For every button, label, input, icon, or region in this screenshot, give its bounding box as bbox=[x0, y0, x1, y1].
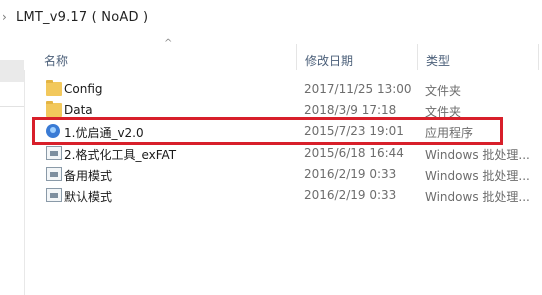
file-row-format-tool[interactable]: 2.格式化工具_exFAT 2015/6/18 16:44 Windows 批处… bbox=[40, 143, 542, 164]
batch-file-icon bbox=[46, 188, 62, 202]
file-modified: 2016/2/19 0:33 bbox=[304, 167, 397, 181]
file-modified: 2017/11/25 13:00 bbox=[304, 82, 412, 96]
file-type: Windows 批处理... bbox=[425, 190, 530, 204]
file-modified: 2016/2/19 0:33 bbox=[304, 188, 397, 202]
navigation-pane[interactable] bbox=[0, 36, 25, 295]
file-name: 默认模式 bbox=[64, 190, 113, 204]
column-header-row: ^ 名称 修改日期 类型 bbox=[24, 36, 542, 70]
batch-file-icon bbox=[46, 146, 62, 160]
file-type: 文件夹 bbox=[425, 84, 462, 98]
file-name: Data bbox=[64, 103, 93, 117]
highlight-annotation-box bbox=[32, 117, 503, 145]
file-name: 备用模式 bbox=[64, 169, 113, 183]
file-name: 2.格式化工具_exFAT bbox=[64, 148, 177, 162]
file-modified: 2015/6/18 16:44 bbox=[304, 146, 404, 160]
column-name-header[interactable]: 名称 bbox=[44, 52, 68, 69]
file-name: Config bbox=[64, 82, 103, 96]
batch-file-icon bbox=[46, 167, 62, 181]
file-row-config[interactable]: Config 2017/11/25 13:00 文件夹 bbox=[40, 79, 542, 100]
column-separator[interactable] bbox=[296, 44, 297, 70]
column-separator[interactable] bbox=[538, 44, 539, 70]
folder-icon bbox=[46, 101, 62, 117]
column-type-header[interactable]: 类型 bbox=[426, 52, 450, 69]
file-row-backup-mode[interactable]: 备用模式 2016/2/19 0:33 Windows 批处理... bbox=[40, 164, 542, 185]
file-type: Windows 批处理... bbox=[425, 148, 530, 162]
column-separator[interactable] bbox=[417, 44, 418, 70]
file-row-default-mode[interactable]: 默认模式 2016/2/19 0:33 Windows 批处理... bbox=[40, 185, 542, 206]
nav-divider bbox=[0, 106, 24, 107]
file-modified: 2018/3/9 17:18 bbox=[304, 103, 397, 117]
address-path[interactable]: LMT_v9.17 ( NoAD ) bbox=[16, 10, 148, 25]
address-bar[interactable]: › LMT_v9.17 ( NoAD ) bbox=[0, 0, 542, 37]
nav-selected-item[interactable] bbox=[0, 60, 24, 82]
sort-ascending-icon: ^ bbox=[164, 38, 173, 49]
file-type: Windows 批处理... bbox=[425, 169, 530, 183]
chevron-right-icon[interactable]: › bbox=[2, 10, 7, 24]
folder-icon bbox=[46, 80, 62, 96]
column-modified-header[interactable]: 修改日期 bbox=[305, 52, 353, 69]
